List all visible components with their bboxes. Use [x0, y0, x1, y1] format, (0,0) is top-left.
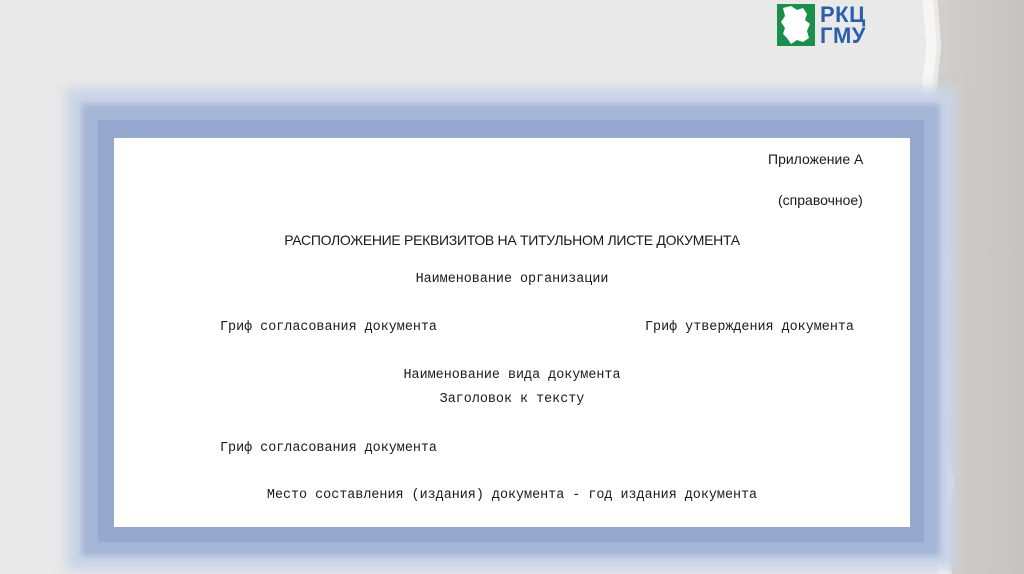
approval-stamp-left: Гриф согласования документа — [220, 320, 437, 335]
doc-heading: Заголовок к тексту — [439, 392, 585, 407]
appendix-label: Приложение А — [768, 151, 864, 167]
place-year: Место составления (издания) документа - … — [266, 488, 758, 503]
approval-stamp-right: Гриф утверждения документа — [645, 320, 854, 335]
region-map-icon — [777, 4, 815, 46]
logo-line-2: ГМУ — [820, 23, 866, 48]
approval-stamp-bottom: Гриф согласования документа — [220, 441, 437, 456]
document-page: Приложение А (справочное) РАСПОЛОЖЕНИЕ Р… — [114, 138, 910, 527]
document-title: РАСПОЛОЖЕНИЕ РЕКВИЗИТОВ НА ТИТУЛЬНОМ ЛИС… — [284, 232, 740, 248]
org-name: Наименование организации — [415, 272, 609, 287]
doc-type: Наименование вида документа — [403, 368, 621, 383]
logo-text: РКЦ ГМУ — [820, 2, 866, 48]
logo: РКЦ ГМУ — [777, 2, 866, 48]
appendix-type: (справочное) — [778, 192, 863, 208]
logo-line-1: РКЦ — [820, 2, 866, 27]
